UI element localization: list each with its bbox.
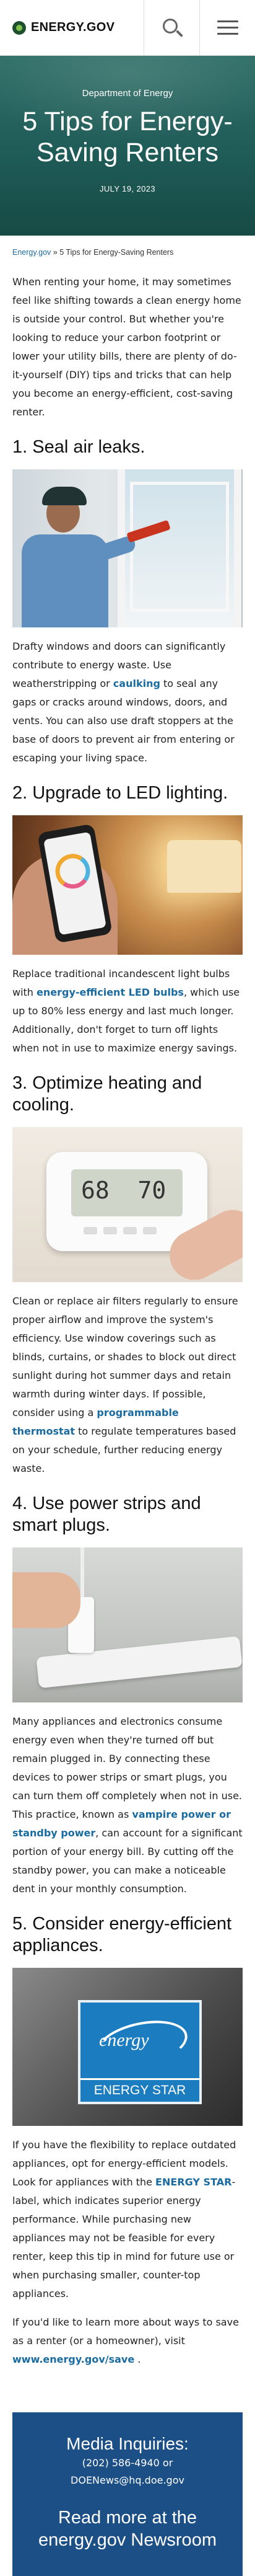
energy-star-logo: energy ENERGY STAR	[78, 2000, 202, 2104]
publish-date: JULY 19, 2023	[99, 184, 155, 193]
page-title: 5 Tips for Energy-Saving Renters	[22, 107, 233, 167]
tip-2-heading: 2. Upgrade to LED lighting.	[12, 783, 228, 803]
tip-1-paragraph: Drafty windows and doors can significant…	[12, 640, 235, 764]
power-strip-photo	[12, 1547, 243, 1702]
caulking-window-photo	[12, 469, 243, 627]
media-phone: (202) 586-4940 or	[82, 2457, 173, 2469]
hero-banner: Department of Energy 5 Tips for Energy-S…	[0, 56, 255, 236]
tip-2-paragraph: Replace traditional incandescent light b…	[12, 968, 240, 1054]
thermostat-display: 68 70	[71, 1169, 183, 1216]
tip-3-paragraph: Clean or replace air filters regularly t…	[12, 1295, 238, 1474]
breadcrumb: Energy.gov » 5 Tips for Energy-Saving Re…	[0, 236, 255, 263]
energy-star-link[interactable]: ENERGY STAR	[155, 2176, 231, 2188]
doe-seal-icon	[12, 20, 26, 35]
menu-icon	[217, 16, 238, 39]
article-body: When renting your home, it may sometimes…	[0, 273, 255, 2369]
tip-5-heading: 5. Consider energy-efficient appliances.	[12, 1914, 232, 1955]
energy-star-photo: energy ENERGY STAR	[12, 1968, 243, 2126]
site-header: ENERGY.GOV	[0, 0, 255, 56]
tip-4-paragraph: Many appliances and electronics consume …	[12, 1715, 243, 1895]
search-button[interactable]	[144, 0, 199, 56]
media-email-link[interactable]: DOENews@hq.doe.gov	[24, 2472, 231, 2489]
newsroom-link[interactable]: Read more at the energy.gov Newsroom	[24, 2507, 231, 2551]
intro-paragraph: When renting your home, it may sometimes…	[12, 276, 241, 418]
brand-logo-link[interactable]: ENERGY.GOV	[0, 20, 144, 35]
search-icon	[162, 17, 183, 38]
breadcrumb-current: 5 Tips for Energy-Saving Renters	[59, 248, 174, 257]
led-bulbs-link[interactable]: energy-efficient LED bulbs	[37, 986, 184, 998]
tip-3-heading: 3. Optimize heating and cooling.	[12, 1073, 202, 1115]
media-inquiries-title: Media Inquiries:	[66, 2434, 189, 2453]
tip-1-heading: 1. Seal air leaks.	[12, 437, 145, 457]
hero-kicker: Department of Energy	[82, 88, 173, 99]
brand-name: ENERGY.GOV	[31, 20, 115, 34]
closing-paragraph: If you'd like to learn more about ways t…	[12, 2316, 239, 2365]
breadcrumb-home-link[interactable]: Energy.gov	[12, 248, 51, 257]
caulking-link[interactable]: caulking	[113, 678, 160, 689]
media-inquiries-box: Media Inquiries: (202) 586-4940 or DOENe…	[12, 2412, 243, 2576]
tip-4-heading: 4. Use power strips and smart plugs.	[12, 1494, 201, 1535]
tip-5-paragraph: If you have the flexibility to replace o…	[12, 2139, 236, 2299]
thermostat-photo: 68 70	[12, 1127, 243, 1282]
energy-save-link[interactable]: www.energy.gov/save	[12, 2353, 134, 2365]
breadcrumb-separator: »	[51, 248, 60, 257]
smart-lighting-photo	[12, 815, 243, 955]
menu-button[interactable]	[199, 0, 255, 56]
